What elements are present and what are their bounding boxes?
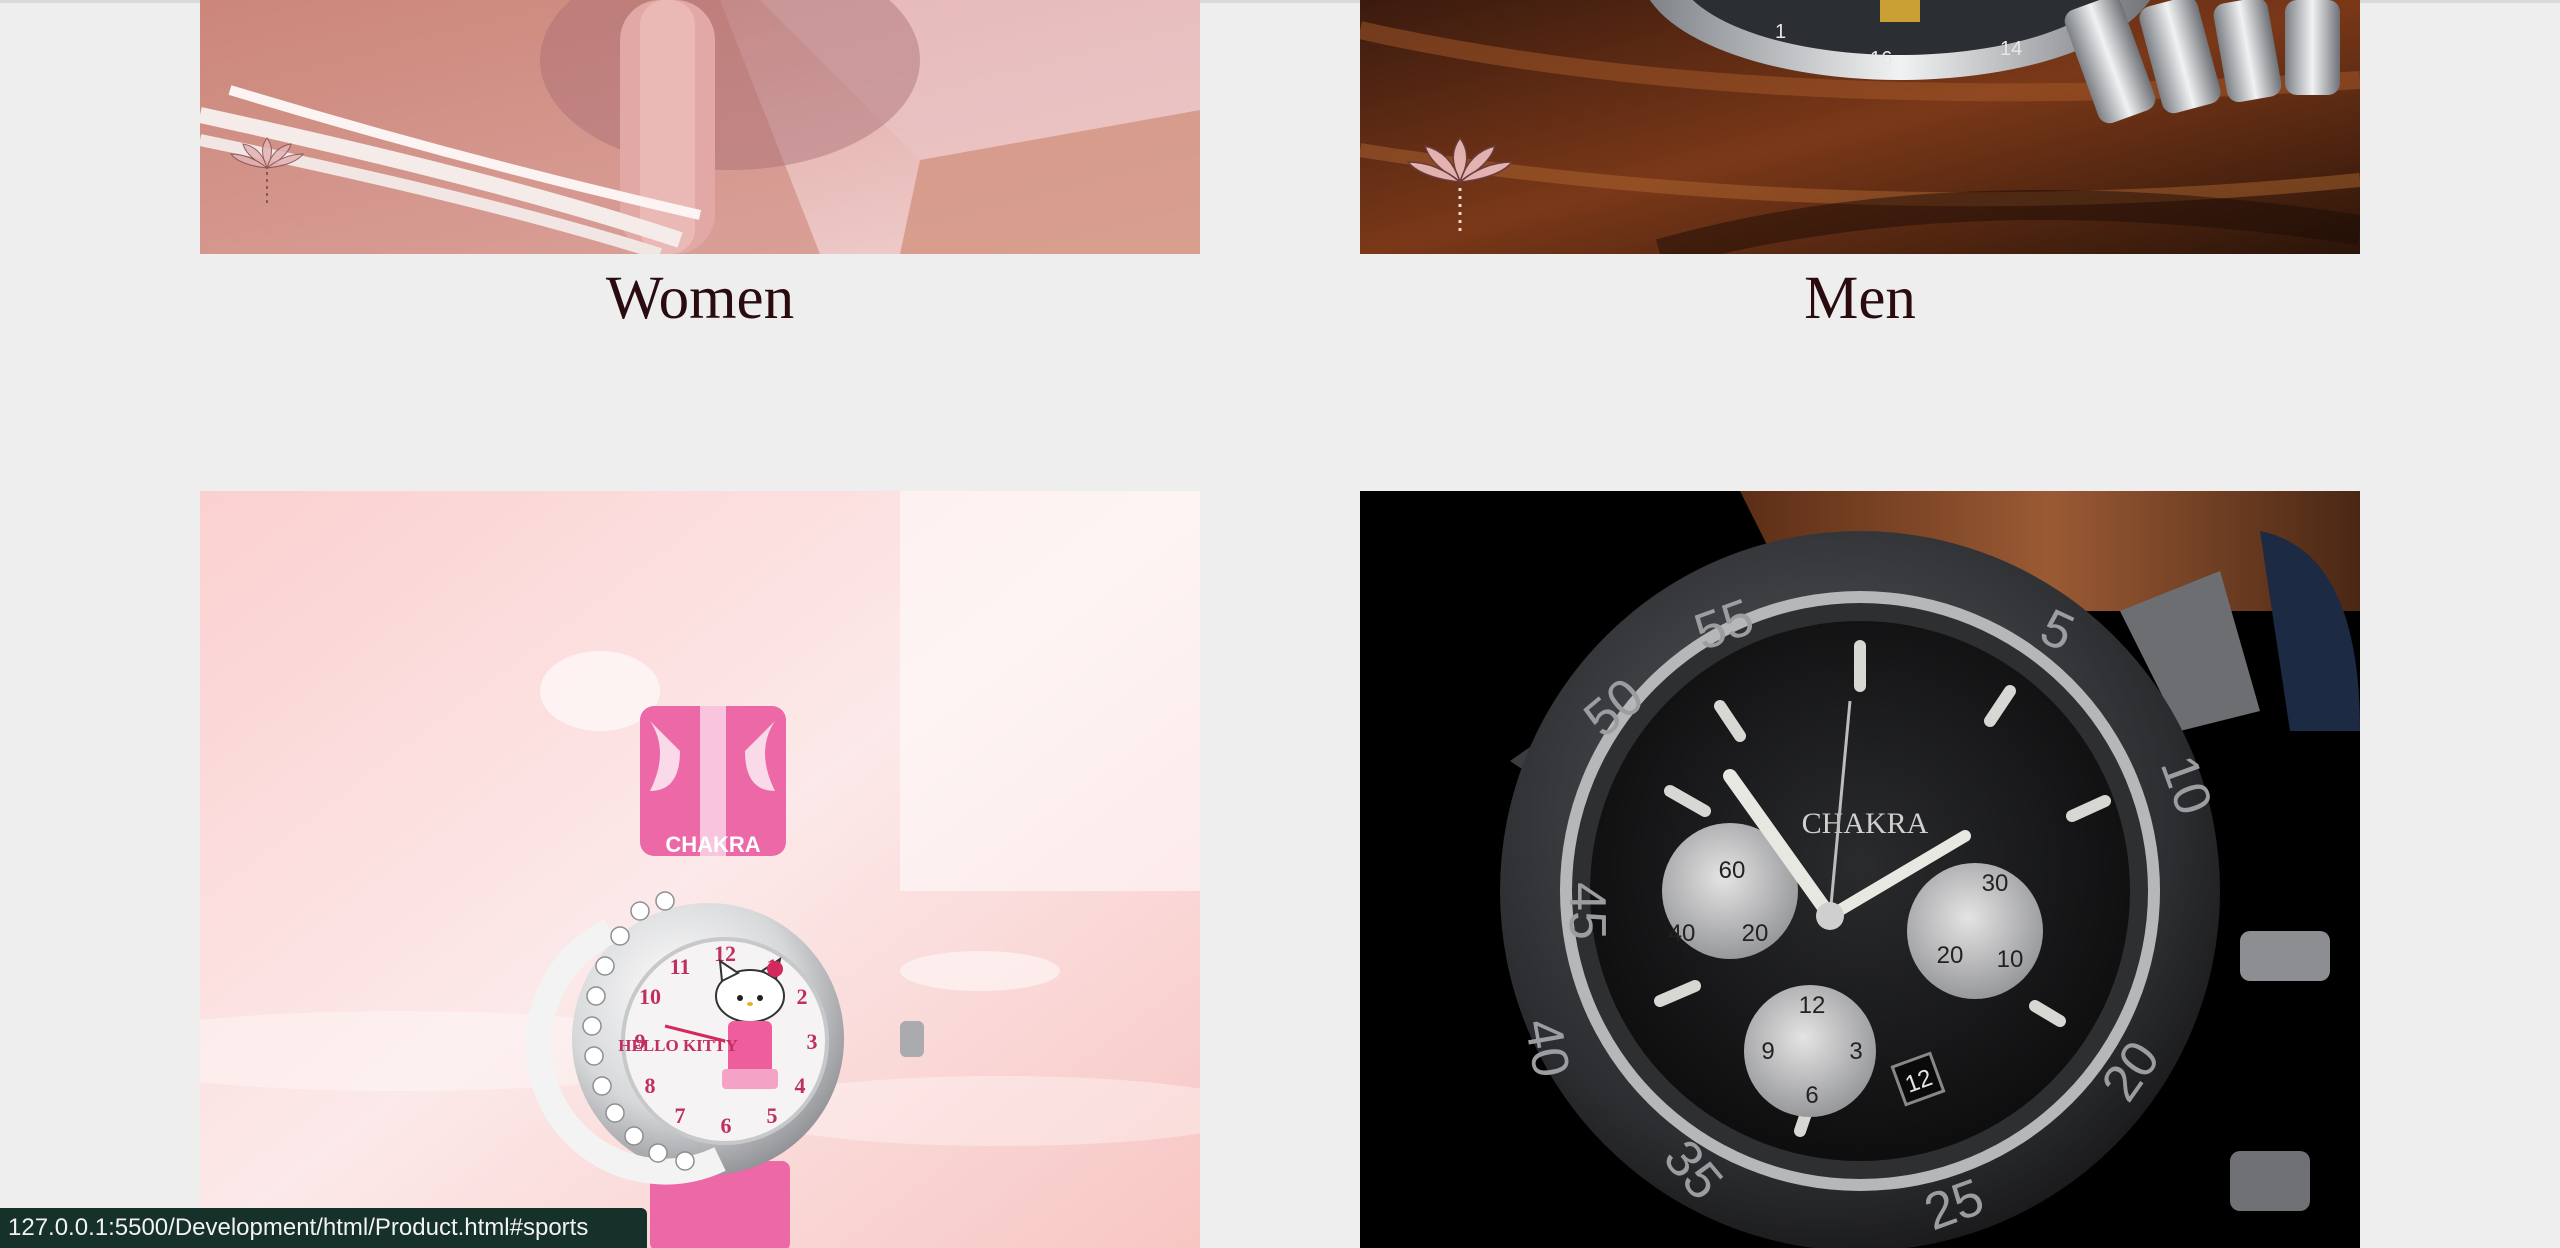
- kids-dial-numeral: 2: [797, 984, 808, 1009]
- subdial-left-number: 40: [1669, 920, 1696, 947]
- men-watch-numeral: 14: [2000, 38, 2022, 60]
- bezel-number: 40: [1513, 1015, 1580, 1082]
- kids-dial-numeral: 5: [767, 1103, 778, 1128]
- men-category-image[interactable]: 1 16 14: [1360, 0, 2360, 254]
- subdial-right-number: 30: [1982, 870, 2009, 897]
- subdial-bottom-number: 3: [1849, 1038, 1862, 1065]
- kids-dial-numeral: 4: [795, 1073, 806, 1098]
- subdial-left-number: 20: [1742, 920, 1769, 947]
- kids-dial-numeral: 3: [807, 1029, 818, 1054]
- subdial-right-number: 10: [1997, 946, 2024, 973]
- subdial-bottom-number: 6: [1805, 1082, 1818, 1109]
- women-category-title[interactable]: Women: [200, 268, 1200, 329]
- subdial-left-number: 60: [1719, 857, 1746, 884]
- subdial-bottom-number: 12: [1799, 992, 1826, 1019]
- kids-dial-numeral: 11: [670, 954, 691, 979]
- kids-watch-brand: CHAKRA: [665, 832, 760, 857]
- kids-dial-numeral: 8: [645, 1073, 656, 1098]
- kids-dial-numeral: 10: [639, 984, 661, 1009]
- men-watch-numeral: 16: [1870, 48, 1892, 70]
- kids-dial-numeral: 12: [714, 941, 736, 966]
- men-watch-numeral: 1: [1775, 21, 1786, 43]
- status-bar-url: 127.0.0.1:5500/Development/html/Product.…: [0, 1208, 647, 1248]
- sports-watch-image[interactable]: 50 55 5 10 40 45 35 25 20 60 40 20 30 20…: [1360, 491, 2360, 1248]
- kids-dial-numeral: 7: [675, 1103, 686, 1128]
- kids-watch-image[interactable]: CHAKRA 12 1 2 3 4 5 6 7 8 9 10 11: [200, 491, 1200, 1248]
- sports-watch-brand: CHAKRA: [1802, 807, 1929, 840]
- subdial-bottom-number: 9: [1761, 1038, 1774, 1065]
- kids-dial-numeral: 6: [721, 1113, 732, 1138]
- women-category-image[interactable]: [200, 0, 1200, 254]
- subdial-right-number: 20: [1937, 942, 1964, 969]
- men-category-title[interactable]: Men: [1360, 268, 2360, 329]
- bezel-number: 45: [1558, 882, 1616, 940]
